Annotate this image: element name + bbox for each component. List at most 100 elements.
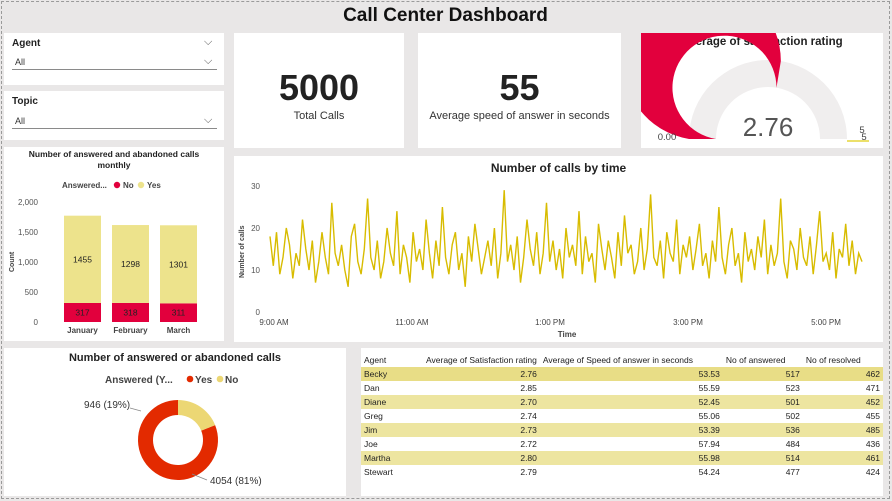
- satisfaction-cell: 2.70: [423, 395, 540, 409]
- resolved-cell: 452: [802, 395, 883, 409]
- answered-cell: 501: [722, 395, 803, 409]
- speed-cell: 57.94: [698, 439, 720, 449]
- y-tick-label: 1,500: [18, 228, 39, 237]
- x-category-label: January: [67, 326, 98, 335]
- satisfaction-cell: 2.74: [520, 411, 537, 421]
- satisfaction-cell: 2.72: [520, 439, 537, 449]
- y-tick-label: 10: [251, 266, 260, 275]
- x-tick-label: 3:00 PM: [673, 318, 703, 327]
- legend-yes-marker: [137, 181, 145, 189]
- agent-dropdown[interactable]: All: [12, 54, 217, 70]
- satisfaction-cell: 2.85: [520, 383, 537, 393]
- legend-no-label: No: [123, 181, 134, 190]
- column-header-satisfaction[interactable]: Average of Satisfaction rating: [423, 353, 540, 367]
- total-calls-label: Total Calls: [293, 110, 345, 122]
- calls-line-series: [269, 190, 863, 287]
- answered-cell: 536: [722, 423, 803, 437]
- table-row[interactable]: Diane 2.70 52.45 501 452: [361, 395, 883, 409]
- satisfaction-cell: 2.73: [423, 423, 540, 437]
- bar-data-label: 1455: [73, 254, 92, 264]
- avg-speed-label: Average speed of answer in seconds: [429, 110, 610, 122]
- answered-cell: 502: [785, 411, 800, 421]
- donut-label-yes: 4054 (81%): [210, 476, 262, 487]
- donut-slice-no[interactable]: [178, 400, 216, 431]
- gauge-svg: 2.76 0.00 5 5: [641, 33, 869, 143]
- column-header-speed[interactable]: Average of Speed of answer in seconds: [540, 353, 723, 367]
- answered-donut-card: Number of answered or abandoned calls An…: [4, 348, 346, 496]
- y-tick-label: 1,000: [18, 258, 39, 267]
- donut-legend-yes-label: Yes: [195, 375, 213, 386]
- speed-cell: 55.98: [539, 451, 723, 465]
- label-leader-line: [129, 407, 142, 412]
- x-tick-label: 5:00 PM: [811, 318, 841, 327]
- monthly-chart-svg: Answered... No Yes Count 0 500 1,000 1,500 2…: [9, 181, 197, 335]
- monthly-y-axis-title: Count: [9, 251, 16, 272]
- table-row[interactable]: Greg 2.74 55.06 502 455: [361, 409, 883, 423]
- x-category-label: March: [167, 326, 191, 335]
- column-header-agent[interactable]: Agent: [361, 353, 423, 367]
- gauge-min-label: 0.00: [658, 132, 677, 143]
- bar-data-label: 1301: [169, 259, 188, 269]
- chevron-down-icon[interactable]: ⌵: [204, 55, 212, 68]
- agent-cell: Diane: [361, 395, 423, 409]
- donut-legend-no-label: No: [225, 375, 238, 386]
- donut-legend-yes-marker: [186, 375, 194, 383]
- table-row[interactable]: Becky 2.76 53.53 517 462: [361, 367, 883, 381]
- y-tick-label: 0: [256, 308, 261, 317]
- table-row[interactable]: Stewart 2.79 54.24 477 424: [361, 465, 883, 479]
- legend-no-marker: [113, 181, 121, 189]
- donut-legend-no-marker: [216, 375, 224, 383]
- topic-dropdown[interactable]: All: [12, 113, 217, 129]
- agent-cell: Jim: [361, 423, 423, 437]
- resolved-cell: 461: [802, 451, 883, 465]
- speed-cell: 54.24: [698, 467, 720, 477]
- page-title: Call Center Dashboard: [2, 2, 889, 30]
- table-header-row: Agent Average of Satisfaction rating Ave…: [361, 353, 883, 367]
- agent-cell: Martha: [361, 451, 423, 465]
- x-tick-label: 1:00 PM: [535, 318, 565, 327]
- table-row[interactable]: Martha 2.80 55.98 514 461: [361, 451, 883, 465]
- answered-cell: 517: [722, 367, 803, 381]
- monthly-legend-title: Answered...: [62, 181, 107, 190]
- agent-cell: Greg: [364, 411, 383, 421]
- speed-cell: 53.53: [539, 367, 723, 381]
- table-row[interactable]: Joe 2.72 57.94 484 436: [361, 437, 883, 451]
- time-x-axis-title: Time: [558, 330, 577, 339]
- bar-data-label: 317: [75, 307, 89, 317]
- topic-slicer-label: Topic: [12, 96, 38, 107]
- satisfaction-gauge-card: Average of satisfaction rating 2.76 0.00…: [641, 33, 883, 148]
- column-header-resolved[interactable]: No of resolved: [803, 353, 883, 367]
- speed-cell: 55.59: [698, 383, 720, 393]
- agent-table-card: Agent Average of Satisfaction rating Ave…: [361, 348, 883, 496]
- table-row[interactable]: Jim 2.73 53.39 536 485: [361, 423, 883, 437]
- agent-cell: Stewart: [364, 467, 393, 477]
- x-tick-label: 9:00 AM: [259, 318, 289, 327]
- chevron-down-icon[interactable]: ⌵: [204, 36, 212, 49]
- answered-cell: 514: [722, 451, 803, 465]
- column-header-answered[interactable]: No of answered: [723, 353, 803, 367]
- table-row[interactable]: Dan 2.85 55.59 523 471: [361, 381, 883, 395]
- agent-slicer-label: Agent: [12, 38, 41, 49]
- agent-cell: Joe: [364, 439, 378, 449]
- gauge-value: 2.76: [743, 112, 794, 142]
- chevron-down-icon[interactable]: ⌵: [204, 114, 212, 127]
- bar-data-label: 318: [123, 307, 137, 317]
- y-tick-label: 2,000: [18, 198, 39, 207]
- speed-cell: 55.06: [698, 411, 720, 421]
- resolved-cell: 436: [865, 439, 880, 449]
- agent-cell: Becky: [361, 367, 423, 381]
- topic-slicer: Topic All ⌵: [4, 91, 224, 140]
- gauge-target-label: 5: [861, 132, 866, 143]
- speed-cell: 53.39: [539, 423, 723, 437]
- x-tick-label: 11:00 AM: [395, 318, 429, 327]
- agent-slicer: Agent ⌵ All ⌵: [4, 33, 224, 85]
- answered-cell: 477: [785, 467, 800, 477]
- donut-svg: Answered (Y... Yes No 946 (19%) 4054 (81…: [84, 375, 262, 487]
- y-tick-label: 500: [25, 288, 39, 297]
- time-chart-svg: Number of calls Time 0 10 20 30 9:00 AM 11:00…: [239, 182, 863, 339]
- satisfaction-cell: 2.79: [520, 467, 537, 477]
- donut-legend-title: Answered (Y...: [105, 375, 173, 386]
- y-tick-label: 20: [251, 224, 260, 233]
- answered-cell: 484: [785, 439, 800, 449]
- resolved-cell: 424: [865, 467, 880, 477]
